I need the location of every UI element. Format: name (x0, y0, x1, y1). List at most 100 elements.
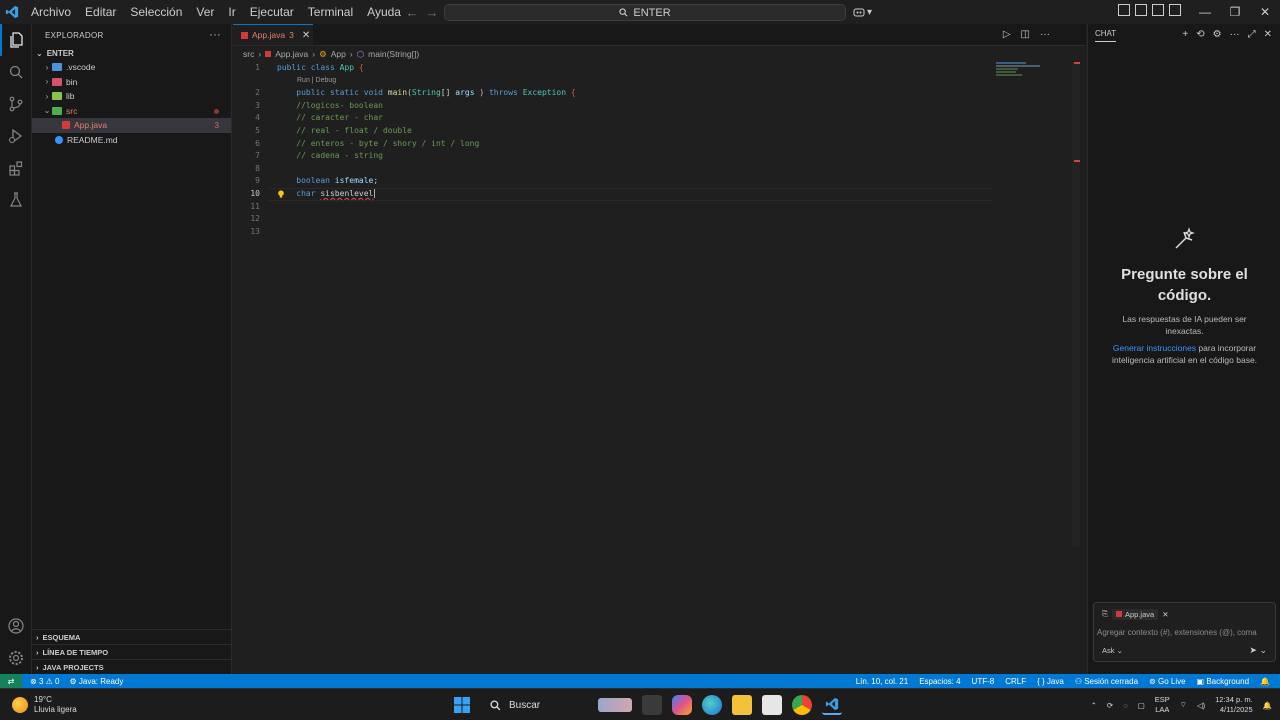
codelens-run-debug[interactable]: Run | Debug (233, 75, 993, 88)
code-line[interactable]: 7 // cadena - string (233, 150, 993, 163)
code-line[interactable]: 10 char sisbenlevel (233, 187, 993, 201)
menu-terminal[interactable]: Terminal (301, 0, 360, 24)
menu-editar[interactable]: Editar (78, 0, 123, 24)
notifications-bell-icon[interactable]: 🔔 (1260, 677, 1270, 686)
copilot-app-icon[interactable] (672, 695, 692, 715)
restore-icon[interactable]: ❐ (1220, 0, 1250, 24)
send-icon[interactable]: ➤ ⌄ (1249, 645, 1267, 656)
meet-icon[interactable]: ▢ (1138, 701, 1145, 710)
breadcrumb-item[interactable]: App.java (275, 49, 308, 59)
tray-overflow-icon[interactable]: ⌃ (1091, 701, 1097, 710)
windows-start-icon[interactable] (452, 695, 472, 715)
settings-gear-icon[interactable]: ⚙ (1213, 29, 1222, 40)
run-debug-icon[interactable] (0, 120, 32, 152)
code-line[interactable]: 9 boolean isfemale; (233, 175, 993, 188)
language-mode[interactable]: { } Java (1037, 677, 1064, 686)
close-icon[interactable]: ✕ (1264, 29, 1272, 40)
network-icon[interactable]: ◌ (1123, 701, 1127, 710)
split-editor-icon[interactable]: ◫ (1021, 29, 1030, 40)
cursor-position[interactable]: Lín. 10, col. 21 (856, 677, 908, 686)
tree-item-readme[interactable]: README.md (32, 133, 231, 148)
code-line[interactable]: 8 (233, 163, 993, 176)
code-line[interactable]: 3 //logicos- boolean (233, 100, 993, 113)
extensions-icon[interactable] (0, 152, 32, 184)
settings-gear-icon[interactable] (0, 642, 32, 674)
minimap[interactable] (996, 62, 1074, 102)
code-line[interactable]: 11 (233, 201, 993, 214)
section-java-projects[interactable]: › JAVA PROJECTS (32, 659, 231, 674)
tree-item-app-java[interactable]: App.java 3 (32, 118, 231, 133)
menu-ir[interactable]: Ir (221, 0, 242, 24)
back-arrow-icon[interactable]: ← (404, 5, 420, 20)
breadcrumb-item[interactable]: main(String[]) (368, 49, 419, 59)
file-explorer-icon[interactable] (732, 695, 752, 715)
taskbar-search[interactable]: Buscar (482, 694, 632, 716)
code-line[interactable]: 13 (233, 226, 993, 239)
section-linea-de-tiempo[interactable]: › LÍNEA DE TIEMPO (32, 644, 231, 659)
tree-item-bin[interactable]: › bin (32, 75, 231, 90)
code-line[interactable]: 4 // caracter - char (233, 112, 993, 125)
menu-ver[interactable]: Ver (189, 0, 221, 24)
forward-arrow-icon[interactable]: → (424, 5, 440, 20)
code-line[interactable]: 1 public class App { (233, 62, 993, 75)
close-tab-icon[interactable]: ✕ (302, 30, 310, 41)
menu-ayuda[interactable]: Ayuda (360, 0, 408, 24)
vscode-taskbar-icon[interactable] (822, 695, 842, 715)
new-chat-icon[interactable]: + (1182, 29, 1188, 40)
chat-mode-select[interactable]: Ask ⌄ (1102, 646, 1123, 655)
input-language[interactable]: ESP LAA (1155, 695, 1170, 715)
edge-browser-icon[interactable] (702, 695, 722, 715)
clock[interactable]: 12:34 p. m. 4/11/2025 (1215, 695, 1253, 715)
menu-seleccion[interactable]: Selección (123, 0, 189, 24)
breadcrumb-item[interactable]: src (243, 49, 254, 59)
close-window-icon[interactable]: ✕ (1250, 0, 1280, 24)
toggle-panel-left-icon[interactable] (1135, 4, 1147, 16)
remote-icon[interactable]: ⇄ (0, 674, 22, 688)
code-line[interactable]: 6 // enteros - byte / shory / int / long (233, 138, 993, 151)
toggle-secondary-sidebar-icon[interactable] (1169, 4, 1181, 16)
sync-icon[interactable]: ⟳ (1107, 701, 1113, 710)
code-line[interactable]: 12 (233, 213, 993, 226)
workspace-root[interactable]: ⌄ ENTER (32, 46, 231, 60)
notifications-icon[interactable]: 🔔 (1263, 701, 1272, 710)
account-icon[interactable] (0, 610, 32, 642)
chrome-icon[interactable] (792, 695, 812, 715)
section-esquema[interactable]: › ESQUEMA (32, 629, 231, 644)
testing-flask-icon[interactable] (0, 184, 32, 216)
editor-scrollbar[interactable] (1072, 62, 1080, 546)
session-status[interactable]: ⚇ Sesión cerrada (1075, 677, 1138, 686)
go-live-button[interactable]: ⊚ Go Live (1149, 677, 1186, 686)
maximize-icon[interactable]: ⤢ (1248, 29, 1256, 40)
code-editor[interactable]: 1 public class App {Run | Debug 2 public s… (233, 62, 993, 238)
chat-input-field[interactable]: Agregar contexto (#), extensiones (@), c… (1097, 628, 1257, 637)
toggle-panel-icon[interactable] (1152, 4, 1164, 16)
chat-title-tab[interactable]: CHAT (1095, 27, 1117, 42)
code-line[interactable]: 5 // real - float / double (233, 125, 993, 138)
menu-archivo[interactable]: Archivo (24, 0, 78, 24)
codelens-label[interactable]: Run | Debug (297, 75, 336, 88)
background-status[interactable]: ▣ Background (1197, 677, 1249, 686)
context-file-chip[interactable]: App.java (1112, 608, 1159, 620)
attach-icon[interactable]: ⎘ (1102, 609, 1108, 619)
explorer-icon[interactable] (0, 24, 32, 56)
indentation[interactable]: Espacios: 4 (919, 677, 960, 686)
java-status[interactable]: ⚙ Java: Ready (69, 677, 123, 686)
run-icon[interactable]: ▷ (1003, 29, 1011, 40)
tab-app-java[interactable]: App.java 3 ✕ (233, 24, 313, 45)
tree-item-src[interactable]: ⌄ src (32, 104, 231, 119)
microsoft-store-icon[interactable] (762, 695, 782, 715)
menu-ejecutar[interactable]: Ejecutar (243, 0, 301, 24)
wifi-icon[interactable]: ⌔ (1180, 700, 1187, 710)
command-center-search[interactable]: ENTER (444, 4, 846, 21)
problems-status[interactable]: ⊗ 3 ⚠ 0 (30, 677, 59, 686)
copilot-menu-button[interactable]: ▾ (853, 4, 872, 20)
task-view-icon[interactable] (642, 695, 662, 715)
source-control-icon[interactable] (0, 88, 32, 120)
weather-widget[interactable]: 19°C Lluvia ligera (12, 695, 77, 715)
toggle-sidebar-icon[interactable] (1118, 4, 1130, 16)
code-line[interactable]: 2 public static void main(String[] args … (233, 87, 993, 100)
end-of-line[interactable]: CRLF (1005, 677, 1026, 686)
history-icon[interactable]: ⟲ (1196, 29, 1204, 40)
generate-instructions-link[interactable]: Generar instrucciones (1113, 343, 1196, 353)
breadcrumb-item[interactable]: App (331, 49, 346, 59)
